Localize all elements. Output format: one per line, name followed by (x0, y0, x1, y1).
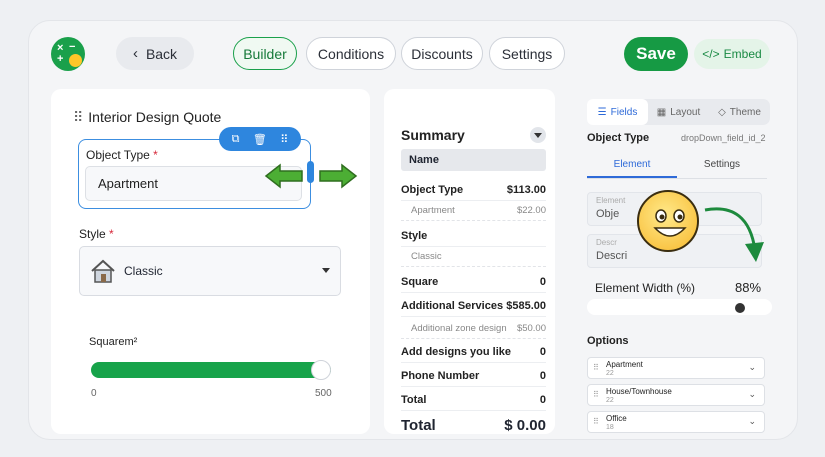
chevron-down-icon: ⌄ (748, 362, 756, 372)
style-select[interactable]: Classic (79, 246, 341, 296)
field-toolbar: ⧉ 🗑 ⠿ (219, 127, 301, 151)
style-label: Style * (79, 227, 114, 241)
tab-builder[interactable]: Builder (233, 37, 297, 70)
element-width-knob[interactable] (735, 303, 745, 313)
option-item[interactable]: ⠿ House/Townhouse 22 ⌄ (587, 384, 765, 406)
layout-icon: ▦ (656, 106, 667, 118)
options-label: Options (587, 335, 629, 347)
option-item[interactable]: ⠿ Apartment 22 ⌄ (587, 357, 765, 379)
arrow-left-icon (264, 163, 303, 189)
summary-row: Additional Services $585.00 (401, 295, 546, 317)
square-slider-track[interactable] (91, 362, 331, 378)
drag-handle-icon: ⠿ (593, 390, 599, 399)
summary-grand-total: Total $ 0.00 (401, 417, 546, 434)
panel-object-type: Object Type (587, 132, 650, 144)
form-canvas: ⠿ Interior Design Quote Object Type * Apa… (51, 89, 370, 434)
summary-row: Phone Number 0 (401, 365, 546, 387)
drag-handle-icon[interactable]: ⠿ (73, 109, 83, 125)
code-icon: </> (702, 47, 720, 61)
arrow-right-icon (319, 163, 358, 189)
curved-arrow-icon (704, 207, 764, 262)
move-icon[interactable]: ⠿ (280, 133, 288, 146)
summary-name: Name (401, 149, 546, 171)
collapse-icon[interactable] (530, 127, 546, 143)
summary-subrow: Apartment $22.00 (401, 201, 546, 221)
tab-theme[interactable]: ◇ Theme (709, 99, 770, 125)
theme-icon: ◇ (718, 106, 726, 118)
equals-icon (69, 54, 82, 67)
summary-row: Style (401, 225, 546, 247)
drag-handle-icon: ⠿ (593, 363, 599, 372)
summary-subrow: Classic (401, 247, 546, 267)
form-title: ⠿ Interior Design Quote (73, 109, 222, 125)
subtab-element[interactable]: Element (587, 159, 677, 178)
grinning-face-icon (637, 190, 699, 252)
tab-fields[interactable]: ☰ Fields (587, 99, 648, 125)
trash-icon[interactable]: 🗑 (253, 133, 267, 146)
option-item[interactable]: ⠿ Office 18 ⌄ (587, 411, 765, 433)
embed-button[interactable]: </> Embed (694, 39, 770, 69)
fields-icon: ☰ (597, 106, 607, 118)
summary-row: Total 0 (401, 389, 546, 411)
square-slider-knob[interactable] (311, 360, 331, 380)
summary-title: Summary (401, 127, 465, 143)
resize-handle[interactable] (307, 161, 314, 183)
tab-layout[interactable]: ▦ Layout (648, 99, 709, 125)
summary-panel: Summary Name Object Type $113.00 Apartmen… (384, 89, 555, 434)
house-icon (91, 259, 115, 283)
caret-down-icon (322, 268, 330, 273)
summary-row: Add designs you like 0 (401, 341, 546, 363)
panel-subtabs: Element Settings (587, 159, 767, 179)
subtab-settings[interactable]: Settings (677, 159, 767, 178)
square-label: Squarem² (89, 336, 138, 348)
app-logo: × − + (51, 37, 85, 71)
save-button[interactable]: Save (624, 37, 688, 71)
summary-subrow: Additional zone design $50.00 (401, 319, 546, 339)
copy-icon[interactable]: ⧉ (232, 133, 240, 146)
field-id: dropDown_field_id_2 (681, 133, 766, 143)
element-width-label: Element Width (%) (595, 281, 696, 295)
panel-tabs: ☰ Fields ▦ Layout ◇ Theme (587, 99, 770, 125)
element-width-value: 88% (735, 280, 762, 295)
tab-discounts[interactable]: Discounts (401, 37, 483, 70)
chevron-left-icon: ‹ (132, 45, 138, 62)
back-button[interactable]: ‹ Back (116, 37, 194, 70)
chevron-down-icon: ⌄ (748, 416, 756, 426)
drag-handle-icon: ⠿ (593, 417, 599, 426)
summary-row: Object Type $113.00 (401, 179, 546, 201)
tab-conditions[interactable]: Conditions (306, 37, 396, 70)
tab-settings[interactable]: Settings (489, 37, 565, 70)
summary-row: Square 0 (401, 271, 546, 293)
chevron-down-icon: ⌄ (748, 389, 756, 399)
